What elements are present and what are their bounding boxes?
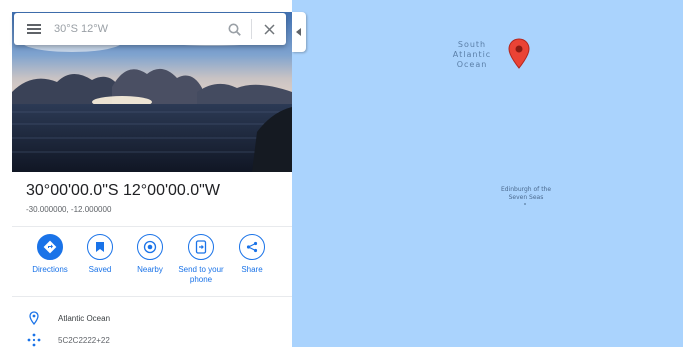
directions-label: Directions	[32, 265, 68, 274]
action-bar: Directions Saved Nearby Send to your pho…	[22, 234, 284, 294]
island-marker	[524, 203, 526, 205]
bookmark-icon	[96, 242, 104, 252]
place-title: 30°00'00.0"S 12°00'00.0"W	[26, 182, 220, 199]
share-label: Share	[241, 265, 263, 274]
send-to-phone-icon	[195, 240, 207, 254]
location-pin-outline-icon	[29, 311, 39, 325]
location-icon-wrap	[26, 310, 42, 326]
directions-circle	[37, 234, 63, 260]
collapse-panel-button[interactable]	[292, 12, 306, 52]
nearby-circle	[137, 234, 163, 260]
menu-button[interactable]	[14, 13, 54, 45]
send-to-phone-button[interactable]: Send to your phone	[176, 234, 226, 285]
search-icon	[228, 23, 241, 36]
island-label: Edinburgh of the Seven Seas	[500, 186, 552, 201]
ocean-label: South Atlantic Ocean	[452, 40, 492, 69]
location-text: Atlantic Ocean	[58, 313, 111, 323]
place-coordinates: -30.000000, -12.000000	[26, 205, 112, 214]
plus-code-row[interactable]: 5C2C2222+22	[26, 332, 110, 347]
place-panel: 30°00'00.0"S 12°00'00.0"W -30.000000, -1…	[0, 0, 292, 347]
send-circle	[188, 234, 214, 260]
location-row[interactable]: Atlantic Ocean	[26, 310, 110, 326]
divider	[12, 296, 292, 297]
map-canvas[interactable]: South Atlantic Ocean Edinburgh of the Se…	[292, 0, 683, 347]
nearby-icon	[143, 240, 157, 254]
plus-code-icon	[27, 333, 41, 347]
search-button[interactable]	[217, 13, 251, 45]
share-button[interactable]: Share	[227, 234, 277, 275]
plus-code-icon-wrap	[26, 332, 42, 347]
share-icon	[246, 241, 258, 253]
location-pin-icon[interactable]	[508, 38, 530, 70]
nearby-button[interactable]: Nearby	[125, 234, 175, 275]
caret-left-icon	[296, 28, 301, 36]
close-icon	[263, 23, 275, 35]
directions-icon	[43, 240, 57, 254]
clear-search-button[interactable]	[252, 13, 286, 45]
hamburger-menu-icon	[27, 24, 41, 34]
search-input[interactable]	[54, 19, 217, 39]
directions-button[interactable]: Directions	[25, 234, 75, 275]
nearby-label: Nearby	[137, 265, 163, 274]
share-circle	[239, 234, 265, 260]
save-button[interactable]: Saved	[75, 234, 125, 275]
save-circle	[87, 234, 113, 260]
saved-label: Saved	[88, 265, 112, 274]
send-label: Send to your phone	[178, 265, 224, 284]
search-box	[14, 13, 286, 45]
plus-code-text: 5C2C2222+22	[58, 335, 110, 345]
divider	[12, 226, 292, 227]
